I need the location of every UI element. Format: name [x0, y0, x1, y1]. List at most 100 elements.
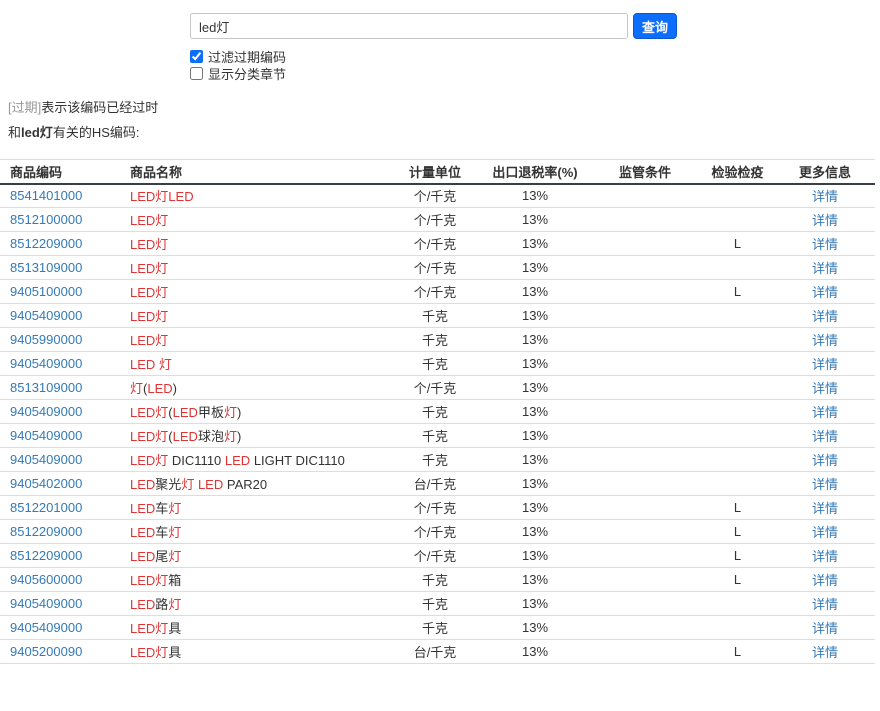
detail-link[interactable]: 详情 [812, 525, 838, 540]
detail-link[interactable]: 详情 [812, 405, 838, 420]
detail-link[interactable]: 详情 [812, 573, 838, 588]
filter-chapters-checkbox[interactable] [190, 67, 203, 80]
unit-cell: 台/千克 [390, 640, 480, 664]
product-name-cell: LED灯具 [120, 640, 390, 664]
product-name-cell: LED灯 [120, 328, 390, 352]
unit-cell: 千克 [390, 304, 480, 328]
product-code-link[interactable]: 9405409000 [10, 596, 82, 611]
supervision-cell [590, 424, 700, 448]
detail-link[interactable]: 详情 [812, 189, 838, 204]
more-info-cell: 详情 [775, 424, 875, 448]
supervision-cell [590, 304, 700, 328]
keyword-highlight: LED灯 [130, 261, 168, 276]
hs-code-table: 商品编码 商品名称 计量单位 出口退税率(%) 监管条件 检验检疫 更多信息 8… [0, 159, 875, 664]
product-code-link[interactable]: 9405409000 [10, 452, 82, 467]
product-code-link[interactable]: 8512209000 [10, 236, 82, 251]
quarantine-cell [700, 352, 775, 376]
detail-link[interactable]: 详情 [812, 549, 838, 564]
header-supervision: 监管条件 [590, 160, 700, 184]
detail-link[interactable]: 详情 [812, 597, 838, 612]
product-code-link[interactable]: 8513109000 [10, 380, 82, 395]
detail-link[interactable]: 详情 [812, 429, 838, 444]
detail-link[interactable]: 详情 [812, 501, 838, 516]
product-code-cell: 9405409000 [0, 592, 120, 616]
unit-cell: 个/千克 [390, 280, 480, 304]
filter-expired-codes[interactable]: 过滤过期编码 [190, 48, 880, 65]
filter-show-chapters[interactable]: 显示分类章节 [190, 65, 880, 82]
keyword-highlight: LED灯 [130, 429, 168, 444]
unit-cell: 个/千克 [390, 520, 480, 544]
product-code-cell: 9405402000 [0, 472, 120, 496]
product-code-link[interactable]: 8512209000 [10, 524, 82, 539]
unit-cell: 千克 [390, 328, 480, 352]
product-code-link[interactable]: 9405409000 [10, 308, 82, 323]
search-input[interactable] [190, 13, 628, 39]
product-code-link[interactable]: 8512100000 [10, 212, 82, 227]
product-code-link[interactable]: 9405200090 [10, 644, 82, 659]
filter-expired-checkbox[interactable] [190, 50, 203, 63]
product-code-link[interactable]: 9405100000 [10, 284, 82, 299]
more-info-cell: 详情 [775, 280, 875, 304]
unit-cell: 个/千克 [390, 208, 480, 232]
product-code-link[interactable]: 9405402000 [10, 476, 82, 491]
detail-link[interactable]: 详情 [812, 285, 838, 300]
rebate-rate-cell: 13% [480, 208, 590, 232]
name-text: 具 [168, 645, 181, 660]
unit-cell: 个/千克 [390, 184, 480, 208]
rebate-rate-cell: 13% [480, 568, 590, 592]
search-bar: 查询 [190, 13, 880, 39]
name-text: 具 [168, 621, 181, 636]
unit-cell: 千克 [390, 592, 480, 616]
detail-link[interactable]: 详情 [812, 357, 838, 372]
more-info-cell: 详情 [775, 352, 875, 376]
rebate-rate-cell: 13% [480, 184, 590, 208]
query-button[interactable]: 查询 [633, 13, 677, 39]
detail-link[interactable]: 详情 [812, 621, 838, 636]
name-text: 箱 [168, 573, 181, 588]
detail-link[interactable]: 详情 [812, 237, 838, 252]
detail-link[interactable]: 详情 [812, 453, 838, 468]
table-row: 9405600000LED灯箱千克13%L详情 [0, 568, 875, 592]
more-info-cell: 详情 [775, 616, 875, 640]
keyword-highlight: LED灯 [130, 453, 168, 468]
rebate-rate-cell: 13% [480, 232, 590, 256]
unit-cell: 个/千克 [390, 232, 480, 256]
product-name-cell: LED灯 [120, 280, 390, 304]
table-row: 9405409000LED灯(LED球泡灯)千克13%详情 [0, 424, 875, 448]
product-code-link[interactable]: 8512201000 [10, 500, 82, 515]
product-code-cell: 8513109000 [0, 256, 120, 280]
detail-link[interactable]: 详情 [812, 477, 838, 492]
detail-link[interactable]: 详情 [812, 261, 838, 276]
product-code-link[interactable]: 8512209000 [10, 548, 82, 563]
supervision-cell [590, 448, 700, 472]
product-code-cell: 9405409000 [0, 424, 120, 448]
detail-link[interactable]: 详情 [812, 381, 838, 396]
name-text: ) [237, 405, 241, 420]
product-code-link[interactable]: 8513109000 [10, 260, 82, 275]
product-code-cell: 9405409000 [0, 352, 120, 376]
product-code-link[interactable]: 9405409000 [10, 620, 82, 635]
product-code-cell: 9405409000 [0, 400, 120, 424]
unit-cell: 台/千克 [390, 472, 480, 496]
product-code-link[interactable]: 9405990000 [10, 332, 82, 347]
table-row: 9405100000LED灯个/千克13%L详情 [0, 280, 875, 304]
detail-link[interactable]: 详情 [812, 213, 838, 228]
quarantine-cell [700, 424, 775, 448]
product-name-cell: 灯(LED) [120, 376, 390, 400]
supervision-cell [590, 640, 700, 664]
product-code-link[interactable]: 9405409000 [10, 404, 82, 419]
product-name-cell: LED尾灯 [120, 544, 390, 568]
product-name-cell: LED灯具 [120, 616, 390, 640]
product-name-cell: LED灯 DIC1110 LED LIGHT DIC1110 [120, 448, 390, 472]
detail-link[interactable]: 详情 [812, 309, 838, 324]
product-code-link[interactable]: 9405600000 [10, 572, 82, 587]
product-code-link[interactable]: 8541401000 [10, 188, 82, 203]
more-info-cell: 详情 [775, 232, 875, 256]
more-info-cell: 详情 [775, 184, 875, 208]
detail-link[interactable]: 详情 [812, 645, 838, 660]
table-row: 8513109000LED灯个/千克13%详情 [0, 256, 875, 280]
product-code-link[interactable]: 9405409000 [10, 428, 82, 443]
keyword-highlight: 灯 [224, 405, 237, 420]
product-code-link[interactable]: 9405409000 [10, 356, 82, 371]
detail-link[interactable]: 详情 [812, 333, 838, 348]
